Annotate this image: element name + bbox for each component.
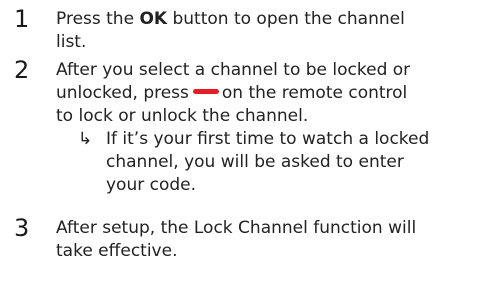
step-2-note: If it’s your first time to watch a locke… [106, 128, 476, 197]
note-line-3: your code. [106, 175, 197, 195]
step-1-line-2: list. [56, 32, 87, 52]
step-2-text-before: unlocked, press [56, 83, 189, 103]
step-2-text: After you select a channel to be locked … [56, 59, 474, 128]
right-arrow-icon: ↳ [78, 129, 93, 149]
step-1-text-before: Press the [56, 9, 140, 29]
step-1-line-1: Press the OK button to open the channel [56, 8, 474, 31]
step-2-line-3: to lock or unlock the channel. [56, 106, 309, 126]
step-3-line-1: After setup, the Lock Channel function w… [56, 218, 417, 238]
step-3-line-2: take effective. [56, 241, 178, 261]
step-3-number: 3 [14, 214, 30, 242]
step-2-text-after: on the remote control [221, 83, 408, 103]
step-1-text: Press the OK button to open the channel … [56, 8, 474, 54]
note-line-2: channel, you will be asked to enter [106, 152, 404, 172]
step-1-text-after: button to open the channel [167, 9, 405, 29]
red-key-icon [192, 89, 219, 94]
ok-button-label: OK [139, 9, 168, 29]
step-3-text: After setup, the Lock Channel function w… [56, 217, 474, 263]
step-2-line-2: unlocked, press on the remote control [56, 82, 474, 105]
step-2-number: 2 [14, 56, 30, 84]
note-line-1: If it’s your first time to watch a locke… [106, 129, 430, 149]
step-1-number: 1 [14, 5, 30, 33]
instruction-list: 1 Press the OK button to open the channe… [0, 0, 480, 301]
step-2-line-1: After you select a channel to be locked … [56, 60, 411, 80]
